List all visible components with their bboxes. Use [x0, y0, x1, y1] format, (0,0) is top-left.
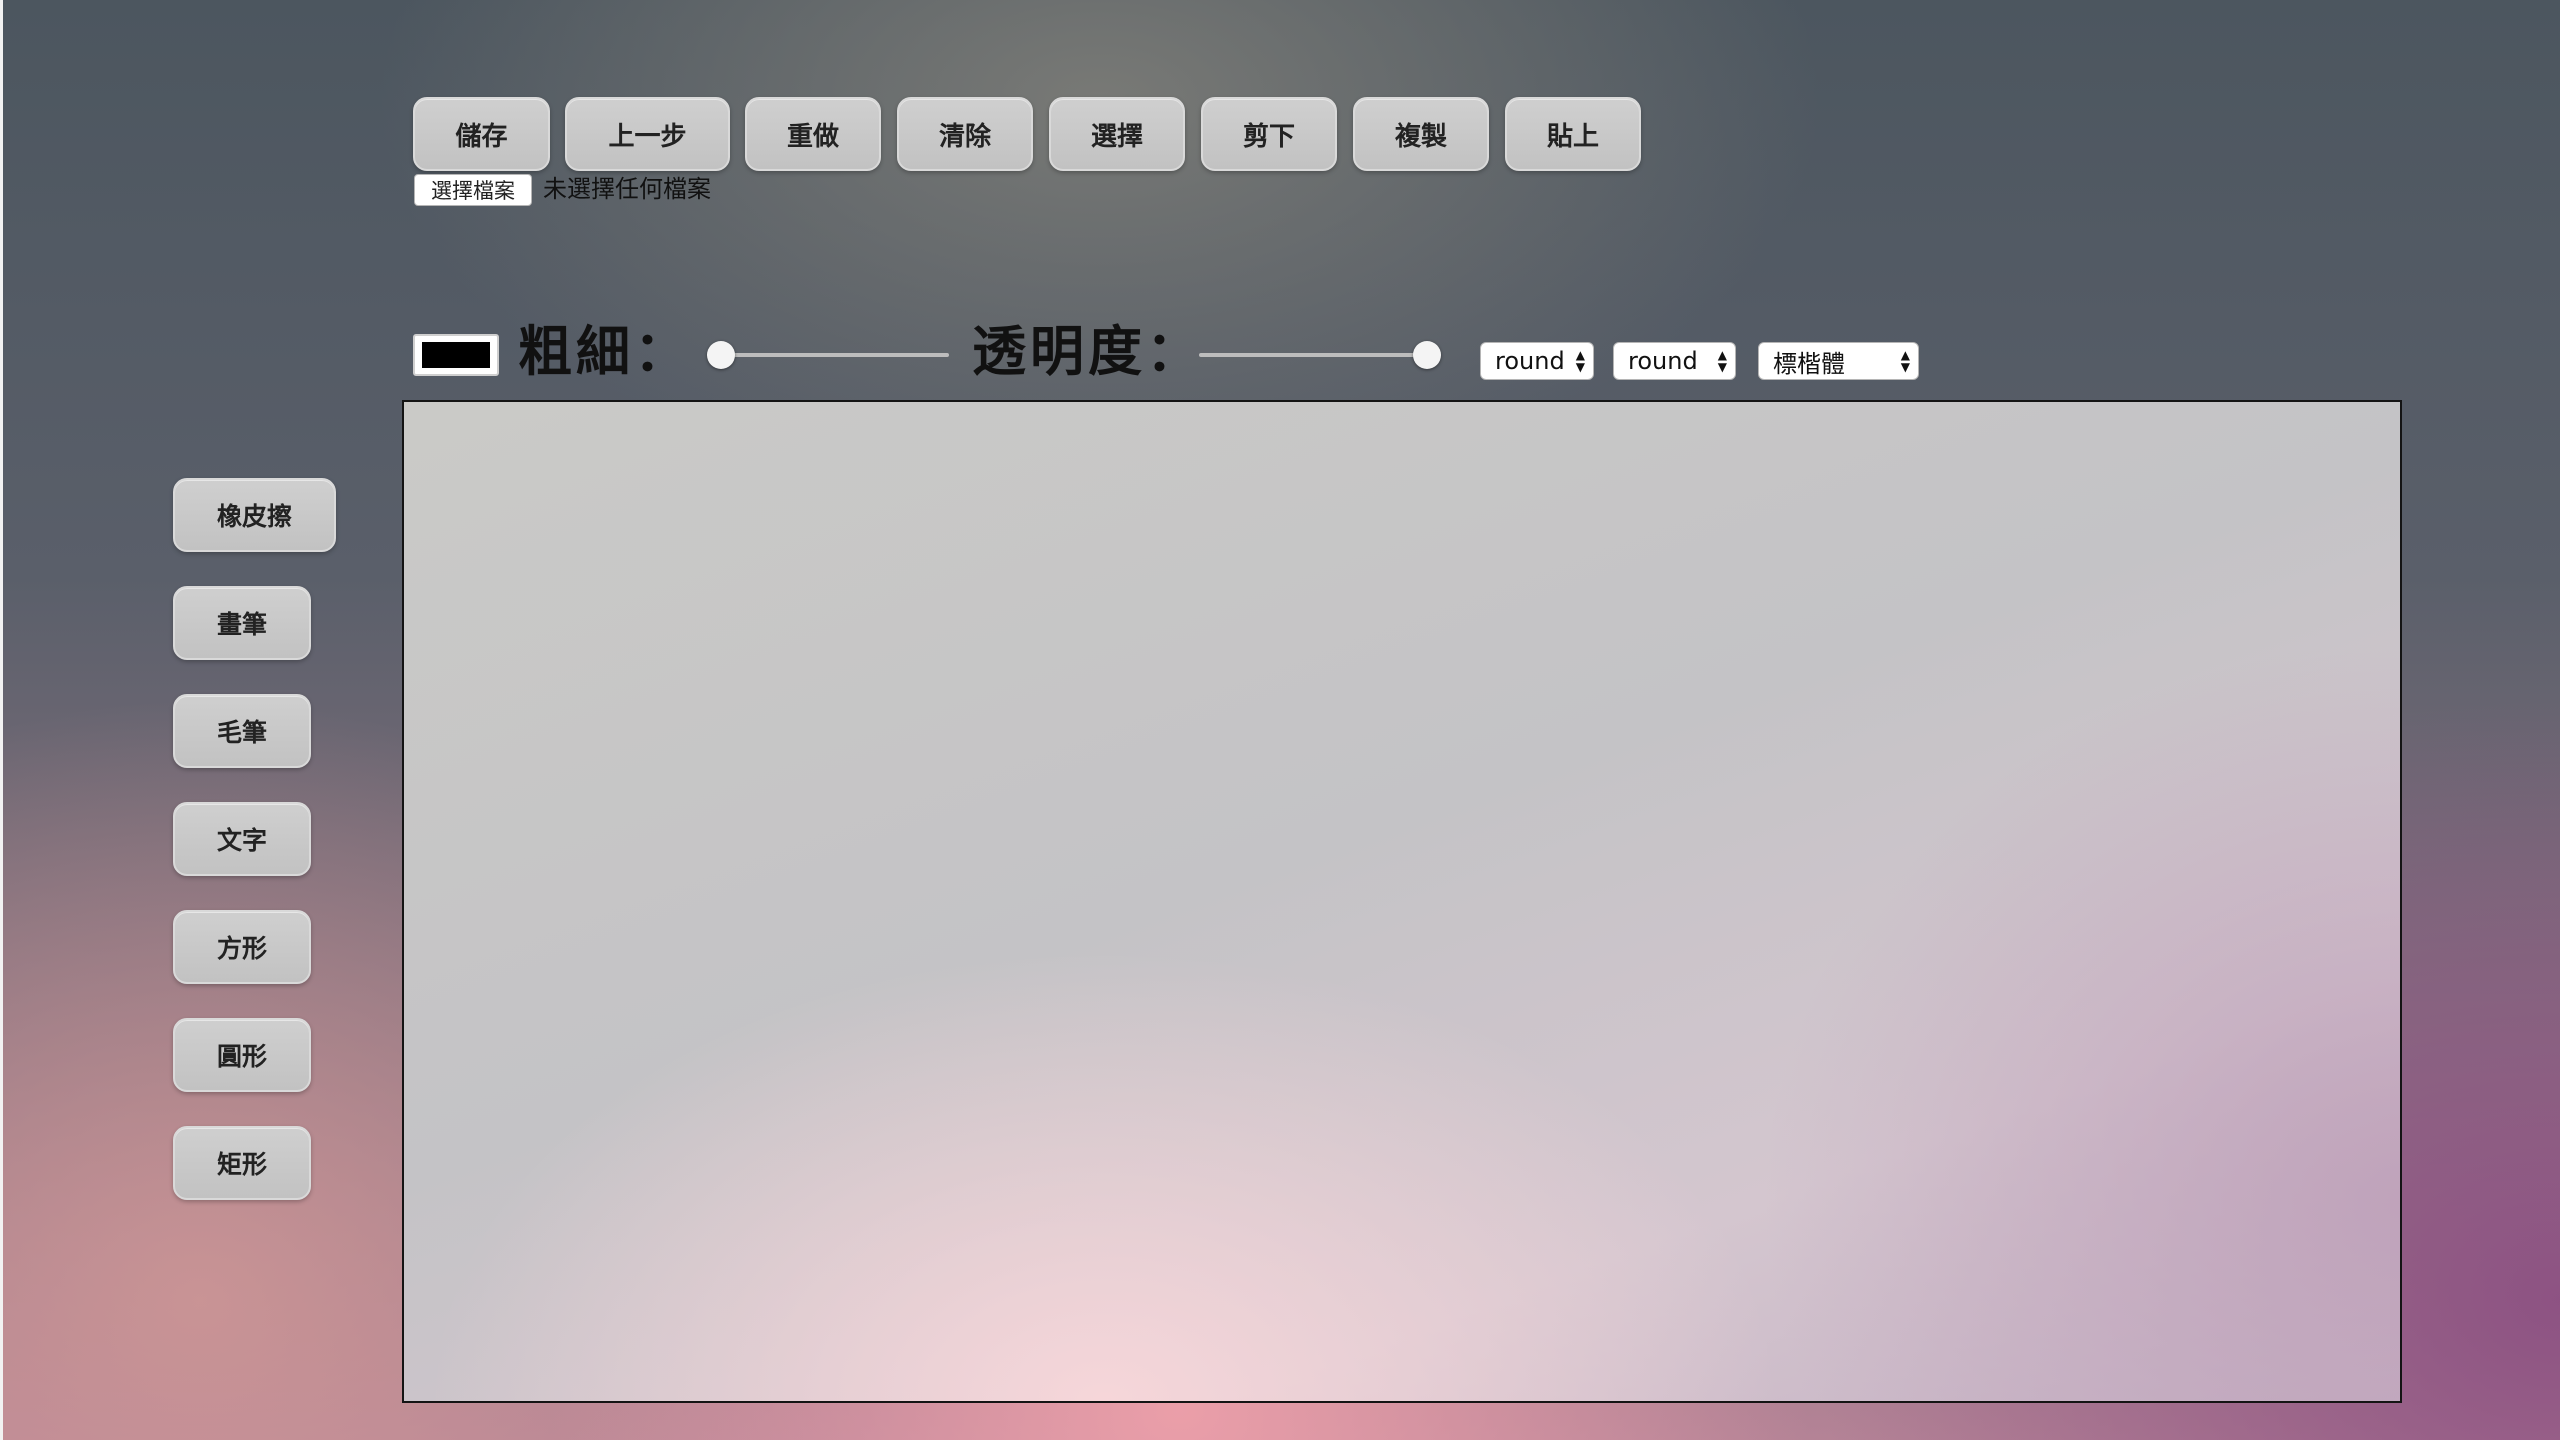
redo-button[interactable]: 重做 — [745, 97, 881, 171]
stroke-color-swatch — [422, 342, 490, 368]
opacity-slider[interactable] — [1199, 338, 1441, 372]
line-join-select[interactable]: round ▲ ▼ — [1613, 342, 1736, 380]
brush-button[interactable]: 毛筆 — [173, 694, 311, 768]
line-join-value: round — [1628, 347, 1698, 375]
undo-button[interactable]: 上一步 — [565, 97, 730, 171]
thickness-label: 粗細： — [518, 320, 692, 383]
select-arrows-icon: ▲ ▼ — [1900, 348, 1910, 374]
eraser-button[interactable]: 橡皮擦 — [173, 478, 336, 552]
left-edge — [0, 0, 3, 1440]
select-arrows-icon: ▲ ▼ — [1575, 348, 1585, 374]
opacity-slider-thumb[interactable] — [1413, 341, 1441, 369]
clear-button[interactable]: 清除 — [897, 97, 1033, 171]
font-select[interactable]: 標楷體 ▲ ▼ — [1758, 342, 1919, 380]
paste-button[interactable]: 貼上 — [1505, 97, 1641, 171]
opacity-slider-track — [1199, 353, 1441, 357]
choose-file-button[interactable]: 選擇檔案 — [414, 174, 532, 206]
square-tool-button[interactable]: 方形 — [173, 910, 311, 984]
select-button[interactable]: 選擇 — [1049, 97, 1185, 171]
thickness-slider-track — [707, 353, 949, 357]
line-cap-select[interactable]: round ▲ ▼ — [1480, 342, 1594, 380]
rectangle-tool-button[interactable]: 矩形 — [173, 1126, 311, 1200]
thickness-slider[interactable] — [707, 338, 949, 372]
text-tool-button[interactable]: 文字 — [173, 802, 311, 876]
font-value: 標楷體 — [1773, 349, 1845, 378]
stroke-color-picker[interactable] — [413, 334, 499, 376]
circle-tool-button[interactable]: 圓形 — [173, 1018, 311, 1092]
thickness-slider-thumb[interactable] — [707, 341, 735, 369]
drawing-canvas[interactable] — [402, 400, 2402, 1403]
save-button[interactable]: 儲存 — [413, 97, 550, 171]
cut-button[interactable]: 剪下 — [1201, 97, 1337, 171]
copy-button[interactable]: 複製 — [1353, 97, 1489, 171]
file-status-text: 未選擇任何檔案 — [543, 175, 711, 203]
opacity-label: 透明度： — [972, 320, 1204, 383]
pen-button[interactable]: 畫筆 — [173, 586, 311, 660]
select-arrows-icon: ▲ ▼ — [1717, 348, 1727, 374]
line-cap-value: round — [1495, 347, 1565, 375]
